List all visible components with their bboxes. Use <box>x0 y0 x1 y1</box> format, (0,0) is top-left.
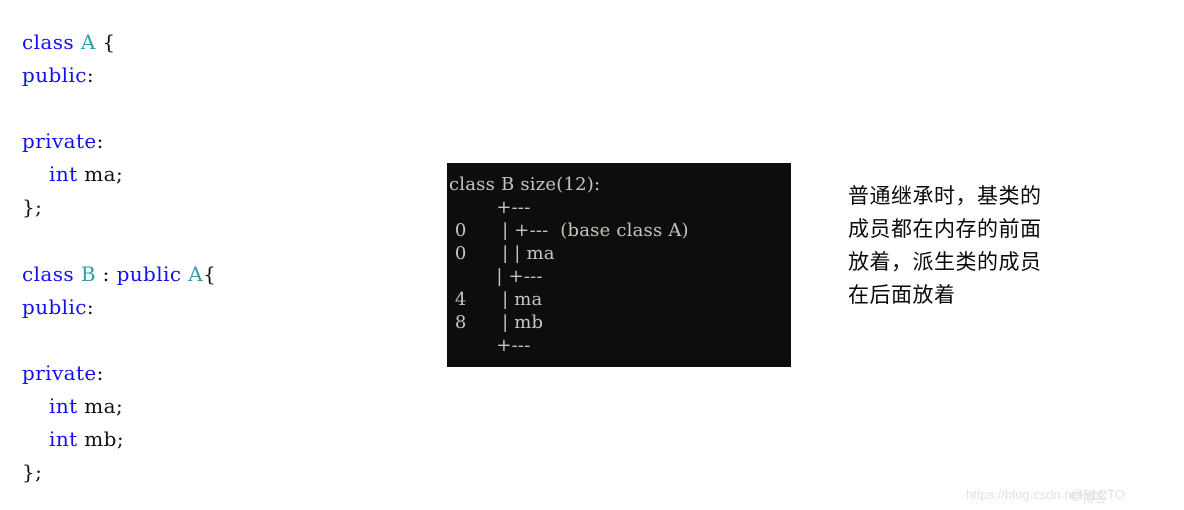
code-token: { <box>95 30 116 54</box>
code-token: }; <box>22 195 43 219</box>
class-a-line-1: public: <box>22 59 123 92</box>
watermark-handle: @51CTO <box>1070 487 1125 502</box>
terminal-memory-layout: class B size(12): +--- 0 | +--- (base cl… <box>447 163 791 367</box>
code-token: : <box>96 361 104 385</box>
watermark-url: https://blog.csdn.net <box>966 487 1083 502</box>
code-token: ma; <box>77 394 124 418</box>
note-line-1: 成员都在内存的前面 <box>848 217 1042 241</box>
class-a-line-3: private: <box>22 125 123 158</box>
terminal-line-2: 0 | +--- (base class A) <box>449 220 689 241</box>
class-a-line-2 <box>22 92 123 125</box>
code-token: class <box>22 262 81 286</box>
code-token: : <box>95 262 117 286</box>
terminal-line-4: | +--- <box>449 266 543 287</box>
class-b-line-2 <box>22 324 216 357</box>
code-token: int <box>49 394 78 418</box>
chinese-explanation-note: 普通继承时，基类的 成员都在内存的前面 放着，派生类的成员 在后面放着 <box>848 180 1098 312</box>
terminal-line-3: 0 | | ma <box>449 243 555 264</box>
class-b-line-5: int mb; <box>22 423 216 456</box>
code-token: A <box>188 262 204 286</box>
code-token: : <box>96 129 104 153</box>
watermark: https://blog.csdn.net @51CTO 博客 <box>966 484 1178 506</box>
code-block-class-b: class B : public A{public: private: int m… <box>22 258 216 489</box>
code-token: { <box>203 262 217 286</box>
code-token: B <box>80 262 96 286</box>
class-a-line-4: int ma; <box>22 158 123 191</box>
code-token: private <box>22 129 97 153</box>
code-token: private <box>22 361 97 385</box>
note-line-3: 在后面放着 <box>848 283 956 307</box>
code-token: public <box>22 295 87 319</box>
note-line-2: 放着，派生类的成员 <box>848 250 1042 274</box>
code-token: }; <box>22 460 43 484</box>
terminal-line-6: 8 | mb <box>449 312 544 333</box>
terminal-line-7: +--- <box>449 335 531 356</box>
class-a-line-0: class A { <box>22 26 123 59</box>
watermark-overlay: 博客 <box>1082 490 1108 505</box>
code-block-class-a: class A {public: private: int ma;}; <box>22 26 123 224</box>
code-token: ma; <box>77 162 124 186</box>
terminal-line-0: class B size(12): <box>449 174 601 195</box>
code-token: : <box>86 63 95 87</box>
class-a-line-5: }; <box>22 191 123 224</box>
class-b-line-1: public: <box>22 291 216 324</box>
code-token: : <box>86 295 95 319</box>
terminal-line-1: +--- <box>449 197 531 218</box>
code-token: int <box>49 162 78 186</box>
code-token: class <box>22 30 81 54</box>
terminal-line-5: 4 | ma <box>449 289 543 310</box>
code-token: public <box>22 63 87 87</box>
code-token: public <box>116 262 189 286</box>
slide-canvas: class A {public: private: int ma;}; class… <box>0 0 1184 510</box>
class-b-line-6: }; <box>22 456 216 489</box>
code-token: mb; <box>77 427 125 451</box>
code-token: A <box>80 30 96 54</box>
note-line-0: 普通继承时，基类的 <box>848 184 1042 208</box>
code-token: int <box>49 427 78 451</box>
class-b-line-0: class B : public A{ <box>22 258 216 291</box>
class-b-line-3: private: <box>22 357 216 390</box>
class-b-line-4: int ma; <box>22 390 216 423</box>
